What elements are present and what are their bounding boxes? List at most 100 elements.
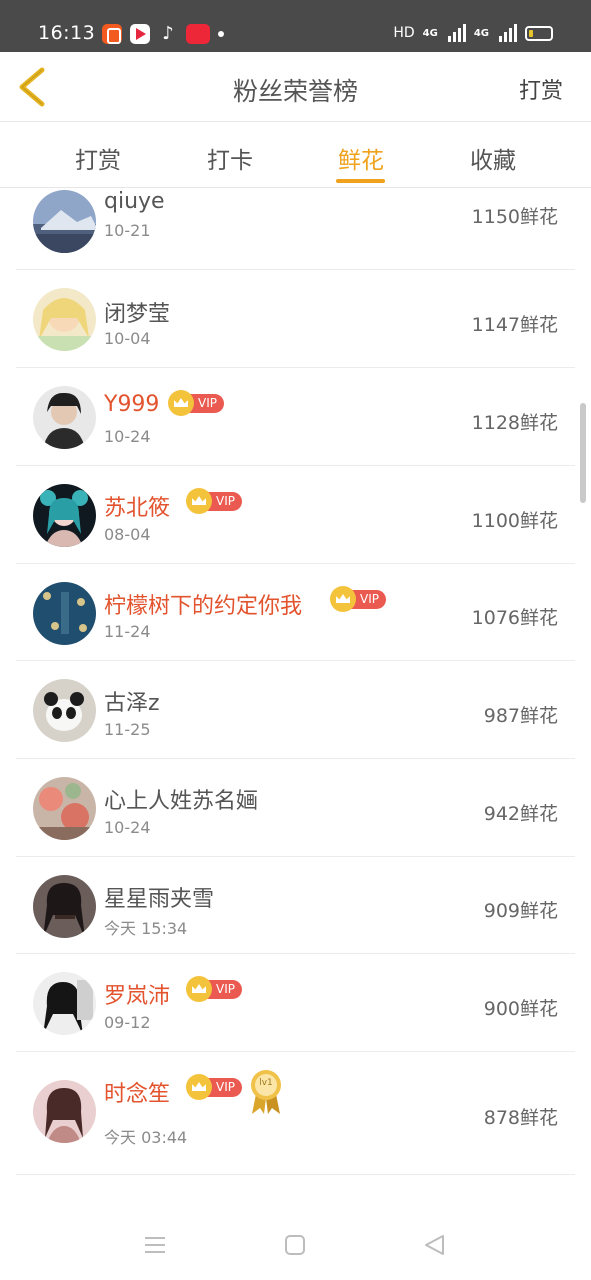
avatar[interactable]	[33, 190, 96, 253]
flower-count: 987鲜花	[483, 705, 558, 727]
vip-badge: VIP	[330, 586, 386, 612]
avatar-image	[33, 582, 96, 645]
fan-ranking-list[interactable]: qiuye 10-21 1150鲜花 闭梦莹 10-04 1147鲜花 Y999…	[16, 188, 575, 1208]
list-item[interactable]: 古泽z 11-25 987鲜花	[16, 661, 575, 759]
avatar-image	[33, 484, 96, 547]
kuaishou-icon	[102, 24, 122, 44]
network-type-1: 4G	[422, 27, 438, 39]
level-medal-icon: lv1	[248, 1068, 284, 1116]
list-item[interactable]: Y999 VIP 10-24 1128鲜花	[16, 368, 575, 466]
signal-icon-2	[499, 24, 517, 42]
page-title: 粉丝荣誉榜	[232, 77, 358, 106]
avatar-image	[33, 386, 96, 449]
user-date: 10-24	[104, 818, 151, 837]
status-indicators: HD 4G 4G	[393, 24, 553, 42]
flower-count: 942鲜花	[483, 803, 558, 825]
user-name: 古泽z	[104, 691, 160, 716]
list-item[interactable]: 柠檬树下的约定你我 VIP 11-24 1076鲜花	[16, 564, 575, 661]
list-item[interactable]: qiuye 10-21 1150鲜花	[16, 188, 575, 270]
user-date: 10-21	[104, 221, 151, 240]
status-bar: 16:13 ♪ HD 4G 4G	[0, 0, 591, 52]
avatar[interactable]	[33, 484, 96, 547]
user-date: 11-25	[104, 720, 151, 739]
avatar-image	[33, 190, 96, 253]
flower-count: 1147鲜花	[471, 314, 558, 336]
flower-count: 1100鲜花	[471, 510, 558, 532]
user-name: 心上人姓苏名婳	[104, 789, 259, 814]
user-name: qiuye	[104, 189, 165, 214]
user-name: 闭梦莹	[104, 302, 171, 327]
video-app-icon	[130, 24, 150, 44]
user-date: 今天 03:44	[104, 1128, 188, 1147]
avatar[interactable]	[33, 679, 96, 742]
list-item[interactable]: 心上人姓苏名婳 10-24 942鲜花	[16, 759, 575, 857]
hd-label: HD	[393, 25, 415, 41]
back-triangle-icon[interactable]	[422, 1232, 448, 1258]
flower-count: 900鲜花	[483, 998, 558, 1020]
avatar-image	[33, 777, 96, 840]
tiktok-icon: ♪	[162, 23, 174, 44]
user-date: 今天 15:34	[104, 919, 188, 938]
user-date: 11-24	[104, 622, 151, 641]
vip-badge: VIP	[186, 1074, 242, 1100]
avatar-image	[33, 679, 96, 742]
tab-checkin[interactable]: 打卡	[180, 141, 280, 175]
home-icon[interactable]	[282, 1232, 308, 1258]
avatar[interactable]	[33, 777, 96, 840]
user-name: 时念笙	[104, 1082, 171, 1107]
scrollbar[interactable]	[580, 403, 586, 503]
level-medal-graphic	[251, 1070, 281, 1114]
flower-count: 878鲜花	[483, 1107, 558, 1129]
avatar[interactable]	[33, 875, 96, 938]
user-date: 10-24	[104, 427, 151, 446]
user-date: 09-12	[104, 1013, 151, 1032]
list-item[interactable]: 星星雨夹雪 今天 15:34 909鲜花	[16, 857, 575, 954]
avatar[interactable]	[33, 386, 96, 449]
app-screen: 16:13 ♪ HD 4G 4G 粉丝荣誉榜 打赏 打赏 打卡 鲜花 收藏 qi…	[0, 0, 591, 1280]
user-name: 星星雨夹雪	[104, 887, 215, 912]
menu-icon[interactable]	[142, 1232, 168, 1258]
flower-count: 909鲜花	[483, 900, 558, 922]
user-name: 柠檬树下的约定你我	[104, 594, 303, 619]
avatar-image	[33, 1080, 96, 1143]
crown-icon	[186, 976, 212, 1002]
vip-badge: VIP	[168, 390, 224, 416]
tab-favorites[interactable]: 收藏	[443, 141, 543, 175]
list-item[interactable]: 罗岚沛 VIP 09-12 900鲜花	[16, 954, 575, 1052]
system-nav-bar	[0, 1208, 591, 1280]
user-name: 罗岚沛	[104, 984, 171, 1009]
avatar[interactable]	[33, 1080, 96, 1143]
avatar[interactable]	[33, 288, 96, 351]
user-name: 苏北筱	[104, 496, 171, 521]
vip-badge: VIP	[186, 976, 242, 1002]
level-label: lv1	[259, 1078, 273, 1088]
list-item[interactable]: 闭梦莹 10-04 1147鲜花	[16, 270, 575, 368]
vip-badge: VIP	[186, 488, 242, 514]
avatar[interactable]	[33, 582, 96, 645]
flower-count: 1150鲜花	[471, 206, 558, 228]
tab-flowers[interactable]: 鲜花	[311, 141, 411, 175]
tab-reward[interactable]: 打赏	[48, 141, 148, 175]
list-item[interactable]: 时念笙 VIP lv1 今天 03:44 878鲜花	[16, 1052, 575, 1175]
crown-icon	[186, 488, 212, 514]
flower-count: 1128鲜花	[471, 412, 558, 434]
list-item[interactable]: 苏北筱 VIP 08-04 1100鲜花	[16, 466, 575, 564]
ranking-tabs: 打赏 打卡 鲜花 收藏	[0, 122, 591, 188]
header-bar: 粉丝荣誉榜 打赏	[0, 52, 591, 122]
reward-action-button[interactable]: 打赏	[519, 73, 563, 105]
status-time: 16:13	[38, 22, 96, 44]
crown-icon	[330, 586, 356, 612]
avatar[interactable]	[33, 972, 96, 1035]
battery-icon	[525, 25, 553, 41]
crown-icon	[186, 1074, 212, 1100]
notification-icons: ♪	[102, 24, 224, 44]
user-date: 08-04	[104, 525, 151, 544]
avatar-image	[33, 972, 96, 1035]
network-type-2: 4G	[473, 27, 489, 39]
crown-icon	[168, 390, 194, 416]
redbook-icon	[186, 24, 210, 44]
avatar-image	[33, 875, 96, 938]
user-name: Y999	[104, 392, 160, 417]
user-date: 10-04	[104, 329, 151, 348]
avatar-image	[33, 288, 96, 351]
